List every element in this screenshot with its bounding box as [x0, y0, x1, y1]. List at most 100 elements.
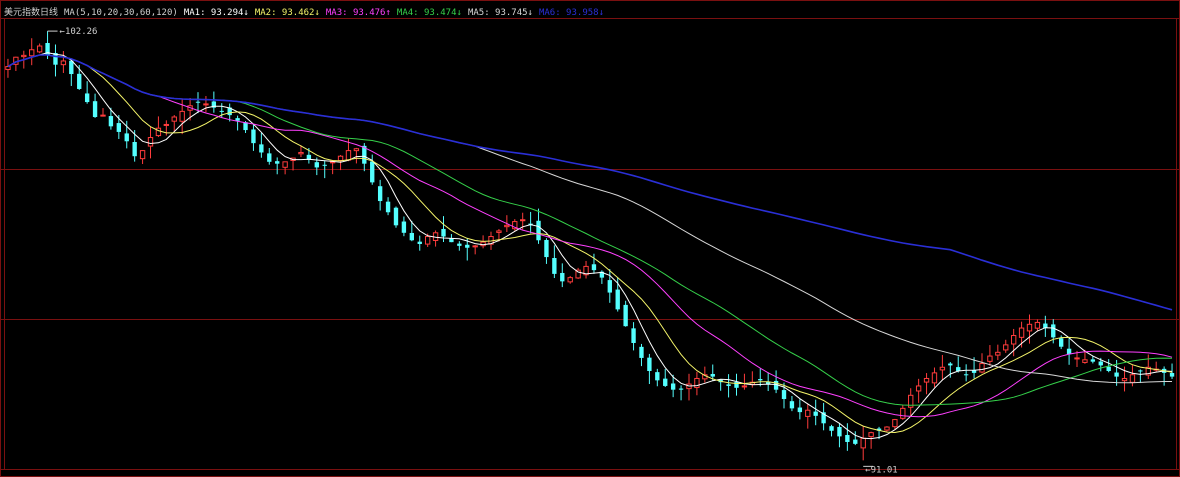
candle-body — [504, 224, 510, 228]
candle-body — [1138, 370, 1143, 372]
candle-body — [29, 49, 35, 57]
candle-body — [163, 123, 170, 126]
candle-body — [623, 304, 628, 327]
candle-body — [84, 93, 90, 103]
candle-body — [377, 186, 383, 202]
candle-body — [60, 60, 67, 66]
candle-body — [892, 419, 898, 428]
high-label: ←102.26 — [60, 27, 98, 37]
candle-body — [1098, 361, 1103, 366]
candle-body — [36, 45, 43, 53]
candle-body — [322, 164, 327, 166]
candle-body — [741, 385, 748, 388]
ma-legend-item: MA3: 93.476↑ — [325, 8, 391, 18]
candle-body — [639, 346, 644, 358]
candle-body — [884, 426, 890, 431]
ma-legend-item: MA4: 93.474↓ — [396, 8, 462, 18]
candle-body — [1051, 324, 1056, 338]
candle-body — [567, 277, 573, 283]
candle-body — [108, 116, 114, 127]
candle-body — [1026, 323, 1033, 332]
candle-body — [393, 207, 399, 226]
candle-body — [758, 379, 763, 381]
candle-body — [259, 144, 264, 153]
candle-body — [923, 377, 930, 383]
candle-body — [195, 101, 201, 103]
candle-body — [282, 161, 288, 168]
candle-body — [275, 161, 280, 164]
candle-body — [710, 373, 715, 377]
candle-body — [552, 258, 557, 274]
candle-body — [631, 328, 636, 343]
candle-body — [472, 245, 478, 248]
candle-body — [116, 123, 122, 132]
candle-body — [1114, 372, 1119, 377]
candle-body — [987, 355, 993, 362]
candle-body — [670, 383, 676, 390]
candle-body — [203, 103, 209, 106]
candle-body — [915, 385, 922, 392]
candle-body — [353, 148, 360, 152]
candle-body — [21, 54, 27, 58]
candle-body — [171, 116, 177, 122]
candle-body — [449, 238, 454, 243]
candle-body — [948, 363, 953, 366]
candle-body — [337, 155, 344, 162]
candle-body — [591, 264, 597, 271]
candle-body — [694, 377, 700, 389]
candle-body — [496, 230, 502, 233]
candle-body — [860, 437, 866, 449]
candle-body — [560, 272, 565, 282]
candle-body — [1010, 335, 1017, 345]
candle-body — [409, 232, 415, 241]
ma-params: MA(5,10,20,30,60,120) — [64, 8, 178, 18]
candle-body — [734, 381, 739, 388]
candle-body — [1121, 377, 1128, 382]
candle-body — [267, 153, 272, 162]
ma-legend-item: MA5: 93.745↓ — [467, 8, 533, 18]
candle-body — [77, 73, 82, 89]
candle-body — [995, 351, 1001, 356]
candle-body — [931, 372, 938, 384]
ma-legend-item: MA1: 93.294↓ — [183, 8, 249, 18]
candle-body — [789, 401, 795, 409]
chart-frame: ←102.26 ←91.01 美元指数日线 MA(5,10,20,30,60,12… — [0, 0, 1180, 477]
candle-body — [655, 372, 660, 381]
candle-body — [1018, 327, 1025, 338]
candle-body — [1090, 359, 1096, 362]
candlestick-chart[interactable]: ←102.26 ←91.01 — [0, 0, 1180, 477]
chart-border — [0, 0, 1180, 477]
candle-body — [1003, 344, 1009, 351]
candle-body — [69, 60, 74, 75]
candle-body — [615, 289, 620, 310]
candle-body — [939, 366, 946, 371]
candle-body — [314, 162, 319, 168]
chart-title: 美元指数日线 — [4, 8, 59, 18]
candle-body — [813, 411, 818, 416]
candle-body — [1169, 373, 1175, 377]
candle-body — [520, 219, 526, 222]
ma-items: MA1: 93.294↓ MA2: 93.462↓ MA3: 93.476↑ MA4:… — [184, 8, 604, 19]
candle-body — [1129, 374, 1136, 383]
candle-body — [1082, 359, 1088, 363]
candle-body — [251, 129, 256, 144]
candle-body — [868, 432, 874, 438]
candle-body — [235, 118, 240, 121]
candle-body — [607, 280, 612, 293]
candle-body — [1034, 321, 1041, 329]
candle-body — [797, 407, 803, 413]
candle-body — [663, 378, 668, 386]
candle-body — [726, 384, 731, 386]
candle-body — [124, 133, 129, 142]
candle-body — [147, 137, 154, 147]
candle-body — [853, 439, 858, 444]
candle-body — [132, 141, 137, 157]
low-label: ←91.01 — [865, 465, 898, 475]
candle-body — [647, 357, 652, 372]
candle-body — [219, 110, 224, 112]
candle-body — [100, 114, 106, 117]
candle-body — [900, 407, 906, 419]
candle-body — [1058, 338, 1064, 347]
candle-body — [401, 221, 407, 233]
candle-body — [536, 220, 541, 241]
